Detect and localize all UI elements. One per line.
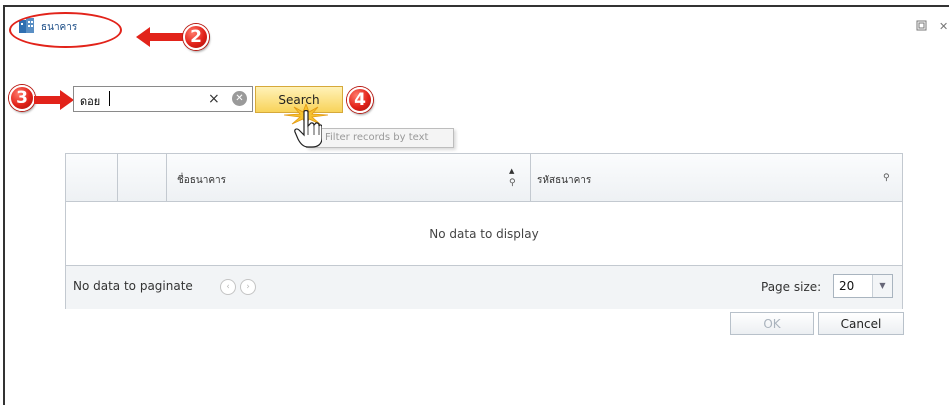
pager-status-text: No data to paginate [73, 279, 193, 293]
column-header-command[interactable] [118, 154, 167, 202]
chevron-down-icon[interactable]: ▼ [872, 275, 892, 297]
filter-icon[interactable]: ⚲ [883, 173, 890, 183]
search-input[interactable]: ดอย × ✕ [73, 86, 253, 112]
text-caret [109, 91, 110, 106]
column-header-bank-code[interactable]: รหัสธนาคาร ⚲ [531, 154, 903, 202]
annotation-arrow-icon [34, 90, 74, 110]
column-header-bank-name[interactable]: ชื่อธนาคาร ▲ ⚲ [167, 154, 531, 202]
search-input-value: ดอย [80, 95, 101, 108]
annotation-step-2: 2 [183, 24, 209, 50]
hand-cursor-icon [294, 110, 322, 148]
annotation-ellipse [9, 12, 122, 48]
column-header-label: รหัสธนาคาร [537, 175, 592, 186]
annotation-step-4: 4 [347, 87, 373, 113]
empty-data-row: No data to display [66, 202, 902, 266]
sort-ascending-icon[interactable]: ▲ [509, 167, 514, 175]
page-size-value: 20 [839, 279, 855, 293]
grid-pager: No data to paginate ‹ › Page size: 20 ▼ [66, 266, 902, 309]
close-icon[interactable]: ✕ [939, 20, 948, 33]
cancel-button[interactable]: Cancel [818, 312, 904, 335]
page-size-select[interactable]: 20 ▼ [833, 274, 893, 298]
clear-text-icon[interactable]: × [208, 91, 220, 107]
filter-icon[interactable]: ⚲ [509, 178, 516, 188]
prev-page-icon[interactable]: ‹ [220, 279, 236, 295]
ok-button[interactable]: OK [730, 312, 814, 335]
annotation-arrow-icon [136, 27, 186, 47]
column-header-select[interactable] [66, 154, 118, 202]
page-size-label: Page size: [761, 280, 822, 294]
annotation-step-3: 3 [9, 85, 35, 111]
grid-header: ชื่อธนาคาร ▲ ⚲ รหัสธนาคาร ⚲ [66, 154, 902, 202]
search-tooltip: Filter records by text [306, 128, 454, 148]
column-header-label: ชื่อธนาคาร [177, 175, 227, 186]
restore-icon[interactable] [916, 20, 927, 34]
next-page-icon[interactable]: › [240, 279, 256, 295]
clear-filter-icon[interactable]: ✕ [232, 91, 247, 106]
data-grid: ชื่อธนาคาร ▲ ⚲ รหัสธนาคาร ⚲ No data to d… [65, 153, 903, 309]
